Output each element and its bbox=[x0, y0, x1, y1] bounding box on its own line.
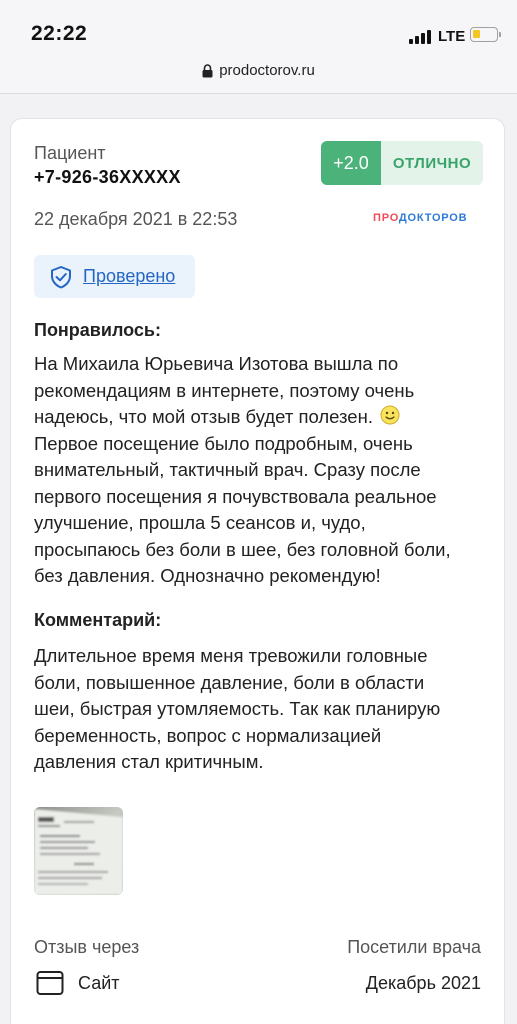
lock-icon bbox=[202, 63, 213, 77]
signal-icon bbox=[409, 30, 431, 44]
source-label: Отзыв через bbox=[34, 937, 140, 957]
clock: 22:22 bbox=[31, 22, 88, 45]
comment-text: Длительное время меня тревожили головные… bbox=[34, 645, 441, 772]
liked-title: Понравилось: bbox=[34, 320, 161, 340]
status-bar: 22:22 LTE bbox=[0, 0, 517, 56]
source-value: Сайт bbox=[78, 973, 120, 993]
liked-text: На Михаила Юрьевича Изотова вышла по рек… bbox=[34, 353, 451, 586]
review-date: 22 декабря 2021 в 22:53 bbox=[34, 209, 238, 229]
visit-value: Декабрь 2021 bbox=[365, 973, 481, 993]
url-text: prodoctorov.ru bbox=[219, 62, 315, 79]
address-bar[interactable]: prodoctorov.ru bbox=[0, 56, 517, 94]
rating-grade: ОТЛИЧНО bbox=[381, 141, 483, 185]
author-phone: +7-926-36XXXXX bbox=[34, 167, 181, 187]
verified-badge[interactable]: Проверено bbox=[34, 255, 195, 298]
review-card: Пациент +7-926-36XXXXX +2.0 ОТЛИЧНО 22 д… bbox=[10, 118, 505, 1024]
comment-title: Комментарий: bbox=[34, 610, 162, 630]
visit-label: Посетили врача bbox=[347, 937, 481, 957]
prodoctorov-logo: ПРОДОКТОРОВ bbox=[373, 212, 468, 224]
shield-check-icon bbox=[51, 266, 71, 289]
network-type: LTE bbox=[438, 28, 466, 45]
verified-link[interactable]: Проверено bbox=[83, 266, 175, 287]
battery-icon bbox=[470, 27, 501, 42]
rating-score: +2.0 bbox=[321, 141, 381, 185]
author-label: Пациент bbox=[34, 143, 106, 163]
rating-badge: +2.0 ОТЛИЧНО bbox=[321, 141, 483, 185]
browser-window-icon bbox=[36, 971, 64, 995]
attached-document-photo[interactable] bbox=[34, 807, 123, 895]
smiley-icon bbox=[380, 405, 400, 425]
